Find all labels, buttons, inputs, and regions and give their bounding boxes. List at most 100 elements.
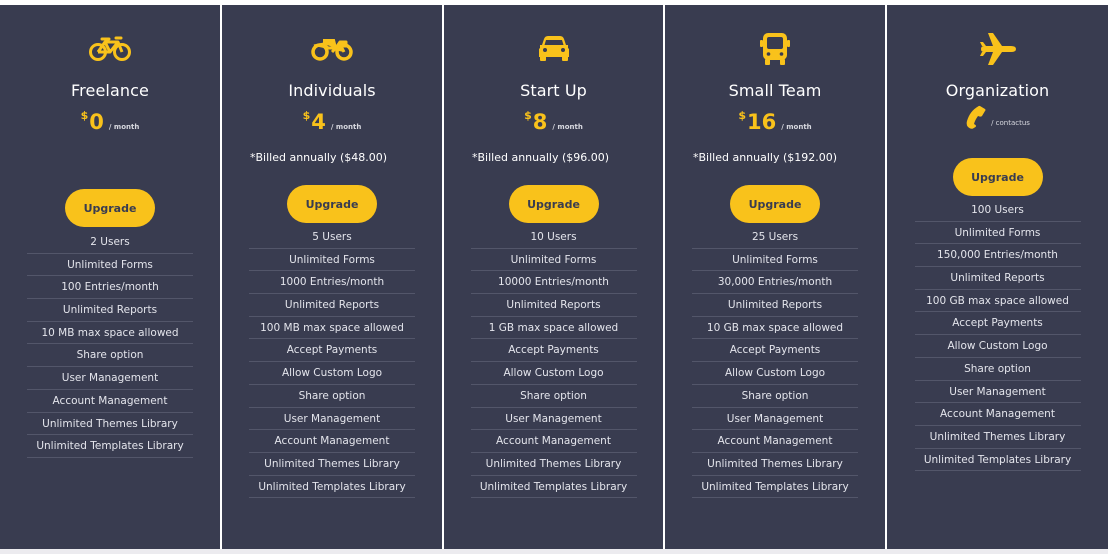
feature-list: 5 Users Unlimited Forms 1000 Entries/mon… <box>249 226 415 499</box>
feature-list: 2 Users Unlimited Forms 100 Entries/mont… <box>27 231 193 458</box>
feature-item: Share option <box>914 358 1081 381</box>
feature-item: 30,000 Entries/month <box>692 271 858 295</box>
feature-item: Share option <box>249 385 415 408</box>
feature-item: Unlimited Templates Library <box>249 476 415 499</box>
feature-item: Accept Payments <box>914 312 1081 336</box>
car-icon <box>537 32 571 66</box>
feature-item: 2 Users <box>27 231 193 254</box>
billed-annually-note: *Billed annually ($192.00) <box>693 151 838 164</box>
feature-item: Allow Custom Logo <box>692 362 858 385</box>
currency-symbol: $ <box>80 109 89 122</box>
feature-item: Account Management <box>470 430 637 453</box>
price: $ 4 / month <box>303 107 362 135</box>
price-period: / month <box>781 123 812 131</box>
feature-item: Unlimited Themes Library <box>249 453 415 476</box>
phone-icon <box>965 105 987 133</box>
feature-item: 150,000 Entries/month <box>914 244 1081 268</box>
upgrade-button[interactable]: Upgrade <box>65 189 155 227</box>
airplane-icon <box>979 32 1017 66</box>
billed-annually-note: *Billed annually ($48.00) <box>250 151 388 164</box>
feature-item: Unlimited Forms <box>914 222 1081 245</box>
feature-item: Unlimited Templates Library <box>470 476 637 499</box>
feature-item: Unlimited Templates Library <box>914 449 1081 472</box>
feature-item: User Management <box>27 367 193 390</box>
price-period: / month <box>108 123 140 131</box>
feature-item: 1000 Entries/month <box>249 271 415 295</box>
feature-item: 100 Entries/month <box>27 276 193 300</box>
feature-item: Allow Custom Logo <box>470 362 637 385</box>
plan-name: Individuals <box>288 81 376 100</box>
price-amount: 16 <box>747 110 777 134</box>
feature-item: Unlimited Forms <box>27 254 193 277</box>
feature-item: Unlimited Reports <box>249 294 415 317</box>
feature-item: Unlimited Reports <box>914 267 1081 290</box>
feature-item: Unlimited Templates Library <box>27 435 193 458</box>
plan-name: Freelance <box>71 81 149 100</box>
upgrade-button[interactable]: Upgrade <box>952 158 1043 196</box>
price-period: / month <box>330 123 362 131</box>
currency-symbol: $ <box>738 109 746 122</box>
feature-item: 10 MB max space allowed <box>27 322 193 345</box>
bus-icon <box>758 32 792 66</box>
contact-us[interactable]: / contactus <box>965 103 1030 133</box>
feature-item: Unlimited Reports <box>27 299 193 322</box>
feature-item: Accept Payments <box>249 339 415 363</box>
feature-item: Unlimited Reports <box>470 294 637 317</box>
feature-item: 10000 Entries/month <box>470 271 637 295</box>
feature-item: Share option <box>27 344 193 368</box>
plan-card-individuals: Individuals $ 4 / month *Billed annually… <box>222 5 442 549</box>
price-amount: 0 <box>89 110 104 134</box>
feature-item: Unlimited Forms <box>470 249 637 272</box>
plan-name: Small Team <box>728 81 822 100</box>
pricing-table: Freelance $ 0 / month Upgrade 2 Users Un… <box>0 5 1108 549</box>
feature-item: Unlimited Forms <box>249 249 415 272</box>
feature-item: 100 MB max space allowed <box>249 317 415 340</box>
bicycle-icon <box>88 32 132 66</box>
feature-item: Unlimited Forms <box>692 249 858 272</box>
feature-item: Unlimited Templates Library <box>692 476 858 499</box>
plan-card-freelance: Freelance $ 0 / month Upgrade 2 Users Un… <box>0 5 220 549</box>
feature-item: Account Management <box>27 390 193 413</box>
feature-item: 100 Users <box>914 199 1081 222</box>
feature-item: 10 Users <box>470 226 637 249</box>
feature-item: Unlimited Themes Library <box>914 426 1081 449</box>
feature-item: User Management <box>249 408 415 431</box>
feature-list: 100 Users Unlimited Forms 150,000 Entrie… <box>914 199 1081 472</box>
feature-item: Allow Custom Logo <box>249 362 415 385</box>
currency-symbol: $ <box>524 109 532 122</box>
feature-item: Account Management <box>692 430 858 453</box>
feature-item: User Management <box>914 381 1081 404</box>
plan-name: Start Up <box>520 81 587 100</box>
feature-item: Account Management <box>914 403 1081 426</box>
upgrade-button[interactable]: Upgrade <box>508 185 599 223</box>
upgrade-button[interactable]: Upgrade <box>287 185 377 223</box>
feature-item: User Management <box>692 408 858 431</box>
feature-item: Unlimited Themes Library <box>470 453 637 476</box>
plan-card-start-up: Start Up $ 8 / month *Billed annually ($… <box>444 5 663 549</box>
price-amount: 4 <box>311 110 326 134</box>
price: $ 16 / month <box>738 107 811 135</box>
feature-item: 1 GB max space allowed <box>470 317 637 340</box>
feature-list: 25 Users Unlimited Forms 30,000 Entries/… <box>692 226 858 499</box>
feature-item: 25 Users <box>692 226 858 249</box>
price: $ 8 / month <box>524 107 583 135</box>
feature-item: Account Management <box>249 430 415 453</box>
feature-item: 100 GB max space allowed <box>914 290 1081 313</box>
price-amount: 8 <box>532 110 548 134</box>
feature-item: Accept Payments <box>692 339 858 363</box>
feature-item: Share option <box>470 385 637 408</box>
billed-annually-note: *Billed annually ($96.00) <box>472 151 610 164</box>
contact-us-label[interactable]: / contactus <box>991 119 1030 127</box>
price-period: / month <box>552 123 583 131</box>
feature-item: 10 GB max space allowed <box>692 317 858 340</box>
plan-name: Organization <box>945 81 1050 100</box>
upgrade-button[interactable]: Upgrade <box>730 185 820 223</box>
feature-item: Share option <box>692 385 858 408</box>
plan-card-organization: Organization / contactus Upgrade 100 Use… <box>887 5 1108 549</box>
price: $ 0 / month <box>81 107 140 135</box>
feature-list: 10 Users Unlimited Forms 10000 Entries/m… <box>470 226 637 499</box>
feature-item: Accept Payments <box>470 339 637 363</box>
feature-item: Allow Custom Logo <box>914 335 1081 358</box>
feature-item: User Management <box>470 408 637 431</box>
currency-symbol: $ <box>302 109 311 122</box>
